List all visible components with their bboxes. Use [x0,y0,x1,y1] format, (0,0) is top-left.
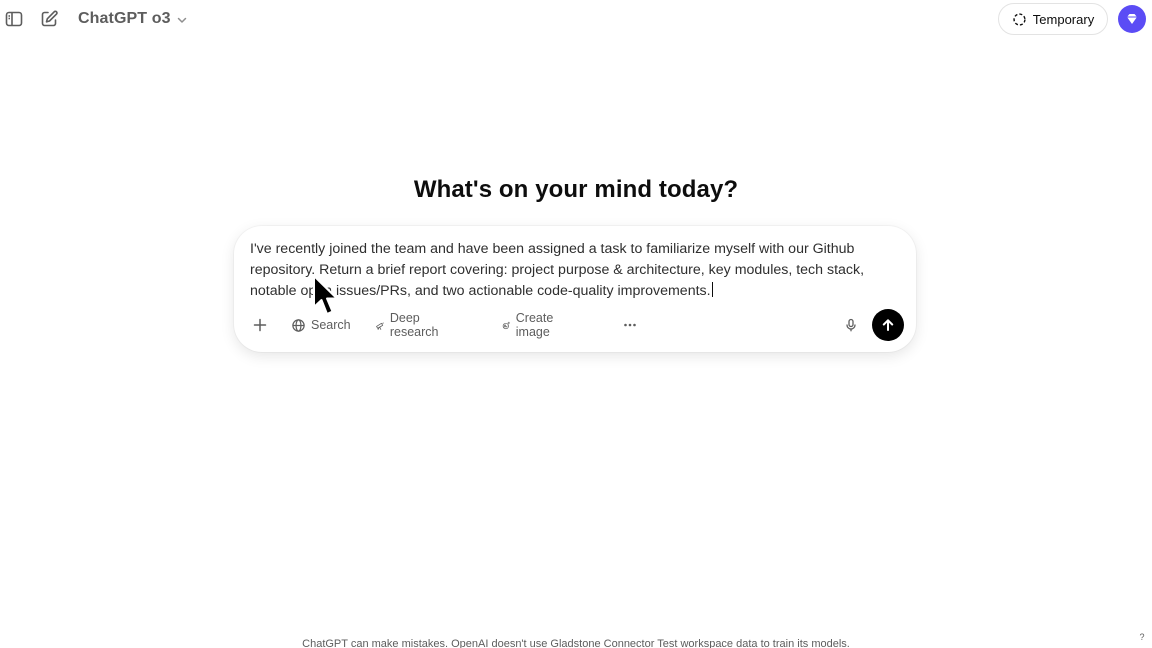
create-image-button[interactable]: Create image [493,311,569,339]
ellipsis-icon [624,323,636,327]
pencil-square-icon [41,10,58,27]
telescope-icon [376,322,384,330]
plus-icon [253,318,267,332]
new-chat-button[interactable] [36,6,62,32]
create-image-label: Create image [515,311,554,339]
prompt-composer: I've recently joined the team and have b… [234,226,916,352]
sidebar-toggle-icon [5,11,23,27]
sidebar-toggle-button[interactable] [1,6,27,32]
send-button[interactable] [872,309,904,341]
arrow-up-icon [882,319,894,331]
deep-research-label: Deep research [389,311,439,339]
globe-icon [292,318,305,332]
search-tool-label: Search [311,318,351,332]
top-bar: ChatGPT o3 Temporary [0,0,1152,38]
more-tools-button[interactable] [616,311,644,339]
prompt-text: I've recently joined the team and have b… [250,241,865,299]
model-picker[interactable]: ChatGPT o3 [70,4,197,34]
diamond-badge-icon [1127,14,1137,24]
help-button[interactable]: ? [1135,630,1149,644]
dictate-button[interactable] [838,312,864,338]
chevron-down-icon [177,17,186,23]
text-caret [711,282,713,297]
temporary-label: Temporary [1032,11,1095,27]
temporary-chat-button[interactable]: Temporary [998,3,1108,35]
model-name: ChatGPT o3 [78,10,171,27]
prompt-input[interactable]: I've recently joined the team and have b… [250,239,900,302]
deep-research-button[interactable]: Deep research [366,311,453,339]
add-attachment-button[interactable] [246,311,274,339]
image-sparkle-icon [502,321,511,329]
avatar[interactable] [1118,5,1146,33]
chatgpt-home-page: ChatGPT o3 Temporary What's on your mind… [0,0,1152,648]
search-tool-button[interactable]: Search [282,311,360,339]
microphone-icon [846,318,856,332]
footer-disclaimer: ChatGPT can make mistakes. OpenAI doesn'… [302,638,850,648]
dashed-circle-icon [1013,12,1026,26]
page-title: What's on your mind today? [413,176,739,203]
